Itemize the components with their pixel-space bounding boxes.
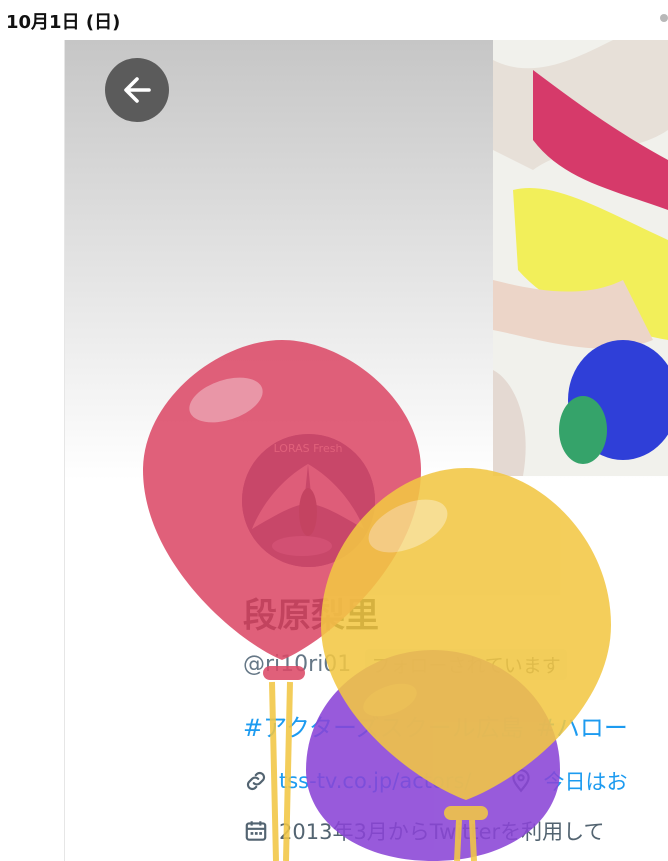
website-link[interactable]: tss-tv.co.jp/actors/ — [279, 769, 472, 793]
display-name: 段原梨里 — [243, 596, 379, 636]
bio-hashtags: #アクターズスクール広島 #ハロー — [243, 708, 640, 743]
joined-row: 2013年3月からTwitterを利用して — [243, 814, 605, 848]
header-photo — [493, 40, 668, 476]
profile-panel: LORAS Fresh 段原梨里 @ri10ri01 フォローされています #ア… — [65, 40, 668, 861]
calendar-icon — [245, 821, 267, 841]
location-pin-icon — [511, 769, 530, 793]
status-bar: 10月1日 (日) — [0, 0, 668, 40]
left-gutter — [0, 40, 65, 861]
joined-date: 2013年3月からTwitterを利用して — [279, 820, 605, 844]
profile-meta-row: tss-tv.co.jp/actors/ 今日はお — [243, 764, 628, 798]
hashtag-link[interactable]: #ハロー — [536, 714, 628, 742]
date-label: 10月1日 (日) — [6, 12, 121, 33]
hashtag-link[interactable]: #アクターズスクール広島 — [243, 714, 524, 742]
back-button[interactable] — [105, 58, 169, 122]
user-handle: @ri10ri01 — [243, 651, 352, 677]
arrow-left-icon — [124, 77, 151, 103]
handle-row: @ri10ri01 フォローされています — [243, 648, 567, 680]
link-icon — [246, 771, 266, 791]
location-text: 今日はお — [543, 770, 628, 794]
avatar-logo-text: LORAS Fresh — [274, 442, 343, 455]
status-dot — [660, 14, 668, 22]
avatar[interactable]: LORAS Fresh — [242, 434, 375, 567]
follows-you-badge: フォローされています — [365, 648, 567, 680]
